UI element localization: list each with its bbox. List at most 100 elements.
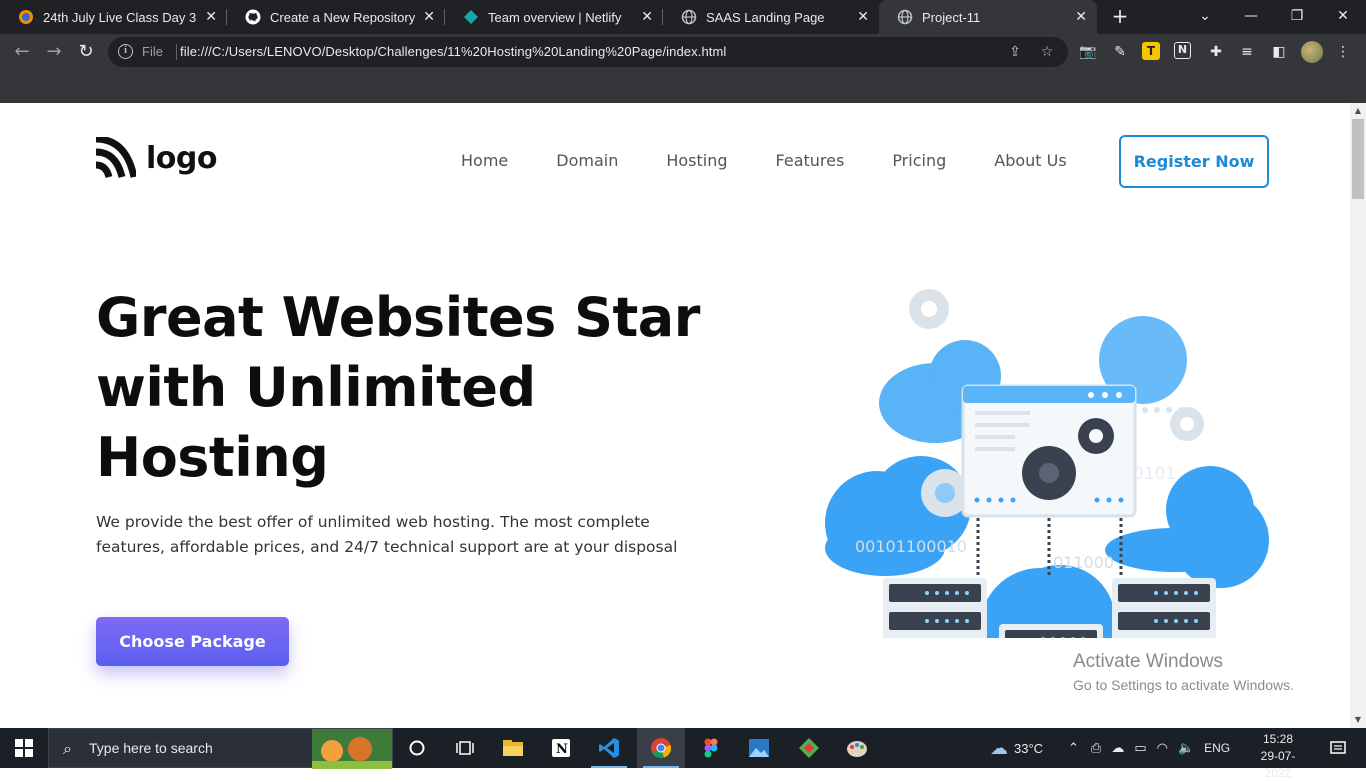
taskbar-clock[interactable]: 15:28 29-07-2022 bbox=[1248, 731, 1308, 782]
system-tray: ⌃ ⎙ ☁ ▭ ◠ 🔈 ENG bbox=[1068, 728, 1230, 768]
logo-text: logo bbox=[146, 140, 217, 176]
browser-tab-strip: 24th July Live Class Day 3 - Fi ✕ Create… bbox=[0, 0, 1366, 34]
close-window-button[interactable]: ✕ bbox=[1320, 0, 1366, 34]
reading-list-icon[interactable]: ≡ bbox=[1237, 42, 1257, 62]
close-tab-icon[interactable]: ✕ bbox=[641, 9, 653, 25]
nav-link-about-us[interactable]: About Us bbox=[994, 151, 1066, 170]
minimize-button[interactable]: — bbox=[1228, 0, 1274, 34]
page-viewport: logo Home Domain Hosting Features Pricin… bbox=[0, 103, 1350, 728]
globe-icon bbox=[897, 9, 913, 25]
scrollbar-thumb[interactable] bbox=[1352, 119, 1364, 199]
wifi-icon[interactable]: ◠ bbox=[1157, 740, 1168, 756]
volume-icon[interactable]: 🔈 bbox=[1178, 740, 1194, 756]
main-nav: Home Domain Hosting Features Pricing Abo… bbox=[461, 151, 1115, 170]
nav-link-features[interactable]: Features bbox=[776, 151, 845, 170]
close-tab-icon[interactable]: ✕ bbox=[205, 9, 217, 25]
watermark-title: Activate Windows bbox=[1073, 651, 1223, 672]
browser-window-graphic bbox=[961, 384, 1137, 518]
share-icon[interactable]: ⇪ bbox=[1006, 43, 1024, 61]
tab-search-icon[interactable]: ⌄ bbox=[1182, 0, 1228, 34]
browser-tab[interactable]: Create a New Repository ✕ bbox=[227, 0, 445, 34]
clock-time: 15:28 bbox=[1262, 732, 1294, 746]
search-highlight-art bbox=[312, 729, 392, 769]
tab-title: Create a New Repository bbox=[270, 9, 416, 25]
scroll-up-arrow-icon[interactable]: ▲ bbox=[1350, 103, 1366, 119]
weather-cloud-icon: ☁ bbox=[990, 737, 1008, 758]
close-tab-icon[interactable]: ✕ bbox=[423, 9, 435, 25]
watermark-subtitle: Go to Settings to activate Windows. bbox=[1073, 677, 1294, 693]
taskbar-search-box[interactable]: ⌕ Type here to search bbox=[48, 728, 393, 769]
binary-text: 0101 bbox=[1133, 464, 1176, 484]
restore-button[interactable]: ❐ bbox=[1274, 0, 1320, 34]
notion-app-icon[interactable]: N bbox=[537, 728, 585, 768]
tab-title: Team overview | Netlify bbox=[488, 9, 622, 25]
nav-link-domain[interactable]: Domain bbox=[556, 151, 618, 170]
hero-description: We provide the best offer of unlimited w… bbox=[96, 513, 678, 556]
vscode-icon[interactable] bbox=[585, 728, 633, 768]
site-info-icon[interactable]: i bbox=[118, 44, 133, 59]
camera-icon[interactable]: 📷 bbox=[1078, 42, 1098, 62]
start-button[interactable] bbox=[0, 728, 48, 768]
nav-link-hosting[interactable]: Hosting bbox=[666, 151, 727, 170]
browser-tab-active[interactable]: Project-11 ✕ bbox=[879, 0, 1097, 34]
weather-widget[interactable]: ☁ 33°C bbox=[990, 728, 1043, 768]
cortana-icon[interactable] bbox=[393, 728, 441, 768]
scheme-label: File bbox=[142, 44, 163, 59]
bookmark-star-icon[interactable]: ☆ bbox=[1038, 43, 1056, 61]
activate-windows-watermark: Activate Windows Go to Settings to activ… bbox=[1073, 651, 1294, 693]
nav-link-pricing[interactable]: Pricing bbox=[892, 151, 946, 170]
reload-button[interactable]: ↻ bbox=[74, 40, 98, 64]
extensions-puzzle-icon[interactable]: ✚ bbox=[1206, 42, 1226, 62]
side-panel-icon[interactable]: ◧ bbox=[1269, 42, 1289, 62]
globe-icon bbox=[681, 9, 697, 25]
onedrive-cloud-icon[interactable]: ☁ bbox=[1111, 740, 1124, 756]
nav-link-home[interactable]: Home bbox=[461, 151, 508, 170]
task-view-icon[interactable] bbox=[441, 728, 489, 768]
url-text[interactable]: file:///C:/Users/LENOVO/Desktop/Challeng… bbox=[180, 44, 726, 59]
close-tab-icon[interactable]: ✕ bbox=[1075, 9, 1087, 25]
bookmark-bar bbox=[0, 71, 1366, 103]
t-extension-icon[interactable]: T bbox=[1142, 42, 1160, 60]
course-site-icon bbox=[19, 10, 33, 24]
scroll-down-arrow-icon[interactable]: ▼ bbox=[1350, 712, 1366, 728]
new-tab-button[interactable]: + bbox=[1108, 4, 1132, 28]
binary-text: 00101100010 bbox=[855, 537, 967, 556]
tab-title: 24th July Live Class Day 3 - Fi bbox=[43, 9, 197, 25]
pen-extension-icon[interactable]: ✎ bbox=[1110, 42, 1130, 62]
browser-toolbar: ← → ↻ i File file:///C:/Users/LENOVO/Des… bbox=[0, 34, 1366, 71]
github-icon bbox=[245, 9, 261, 25]
figma-icon[interactable] bbox=[687, 728, 735, 768]
site-logo[interactable]: logo bbox=[96, 137, 217, 179]
photos-app-icon[interactable] bbox=[735, 728, 783, 768]
forward-button[interactable]: → bbox=[42, 40, 66, 64]
paint-app-icon[interactable] bbox=[833, 728, 881, 768]
usb-icon[interactable]: ⎙ bbox=[1091, 740, 1101, 756]
notifications-icon[interactable] bbox=[1318, 728, 1358, 768]
language-indicator[interactable]: ENG bbox=[1204, 741, 1230, 755]
address-bar[interactable]: i File file:///C:/Users/LENOVO/Desktop/C… bbox=[108, 37, 1068, 67]
show-hidden-icons-icon[interactable]: ⌃ bbox=[1068, 740, 1079, 756]
register-now-button[interactable]: Register Now bbox=[1119, 135, 1269, 188]
svg-text:N: N bbox=[556, 742, 568, 757]
tab-title: SAAS Landing Page bbox=[706, 9, 825, 25]
search-placeholder: Type here to search bbox=[89, 740, 213, 756]
menu-kebab-icon[interactable]: ⋮ bbox=[1333, 42, 1353, 62]
page-scrollbar[interactable]: ▲ ▼ bbox=[1350, 103, 1366, 728]
browser-tab[interactable]: 24th July Live Class Day 3 - Fi ✕ bbox=[0, 0, 227, 34]
file-explorer-icon[interactable] bbox=[489, 728, 537, 768]
windows-taskbar: ⌕ Type here to search N ☁ 33°C ⌃ ⎙ ☁ ▭ ◠… bbox=[0, 728, 1366, 780]
close-tab-icon[interactable]: ✕ bbox=[857, 9, 869, 25]
back-button[interactable]: ← bbox=[10, 40, 34, 64]
clock-date: 29-07-2022 bbox=[1260, 749, 1296, 780]
chrome-icon[interactable] bbox=[637, 728, 685, 768]
address-divider bbox=[176, 44, 177, 60]
netlify-icon bbox=[464, 10, 478, 24]
git-app-icon[interactable] bbox=[785, 728, 833, 768]
browser-tab[interactable]: Team overview | Netlify ✕ bbox=[445, 0, 663, 34]
profile-avatar[interactable] bbox=[1301, 41, 1323, 63]
choose-package-button[interactable]: Choose Package bbox=[96, 617, 289, 666]
browser-tab[interactable]: SAAS Landing Page ✕ bbox=[663, 0, 879, 34]
binary-text: 011000 bbox=[1053, 553, 1114, 572]
battery-icon[interactable]: ▭ bbox=[1134, 740, 1146, 756]
notion-extension-icon[interactable]: N bbox=[1174, 42, 1191, 59]
